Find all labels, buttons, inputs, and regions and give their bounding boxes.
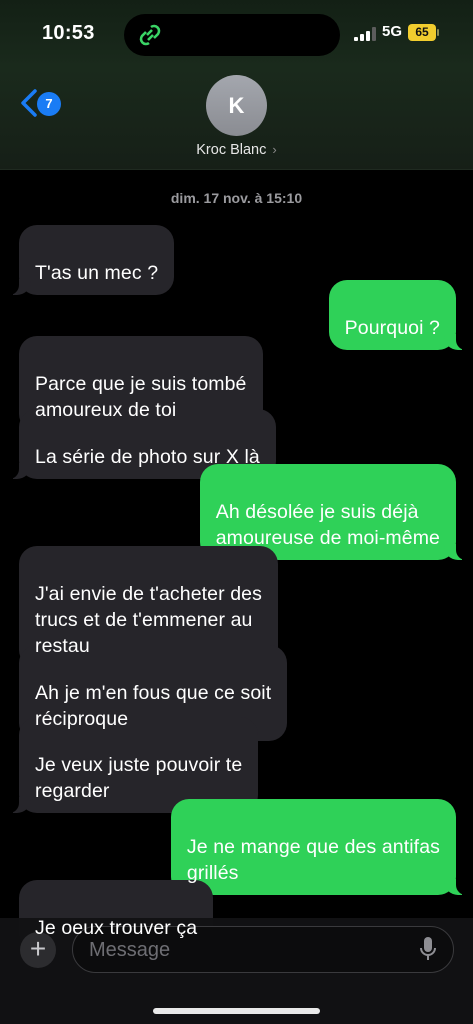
- message-text: Ah désolée je suis déjà amoureuse de moi…: [215, 501, 440, 549]
- message-input[interactable]: [89, 936, 409, 964]
- avatar[interactable]: K: [206, 75, 267, 136]
- message-bubble-outgoing[interactable]: Ah désolée je suis déjà amoureuse de moi…: [199, 464, 467, 560]
- message-text: Je oeux trouver ça: [35, 917, 198, 939]
- contact-name: Kroc Blanc: [196, 142, 267, 158]
- message-text: La série de photo sur X là: [35, 446, 260, 468]
- mic-icon[interactable]: [420, 937, 436, 961]
- home-indicator: [153, 1008, 320, 1014]
- message-text: Je ne mange que des antifas grillés: [186, 836, 440, 884]
- dynamic-island: [124, 14, 340, 56]
- unread-badge[interactable]: 7: [37, 92, 61, 116]
- app-icon: [139, 24, 161, 46]
- message-text: Pourquoi ?: [344, 317, 440, 339]
- status-time: 10:53: [42, 22, 95, 44]
- network-type: 5G: [382, 23, 403, 40]
- contact-name-button[interactable]: Kroc Blanc ›: [0, 142, 473, 158]
- message-text: T'as un mec ?: [35, 262, 159, 284]
- message-text: Je veux juste pouvoir te regarder: [35, 754, 243, 802]
- message-bubble-outgoing[interactable]: Je ne mange que des antifas grillés: [170, 799, 467, 895]
- battery-indicator: 65: [408, 24, 436, 41]
- chevron-right-icon: ›: [272, 142, 277, 157]
- date-separator: dim. 17 nov. à 15:10: [170, 190, 303, 206]
- message-bubble-incoming[interactable]: T'as un mec ?: [8, 225, 175, 295]
- battery-tip: [437, 29, 439, 36]
- signal-icon: [354, 27, 376, 41]
- message-bubble-outgoing[interactable]: Pourquoi ?: [328, 280, 467, 350]
